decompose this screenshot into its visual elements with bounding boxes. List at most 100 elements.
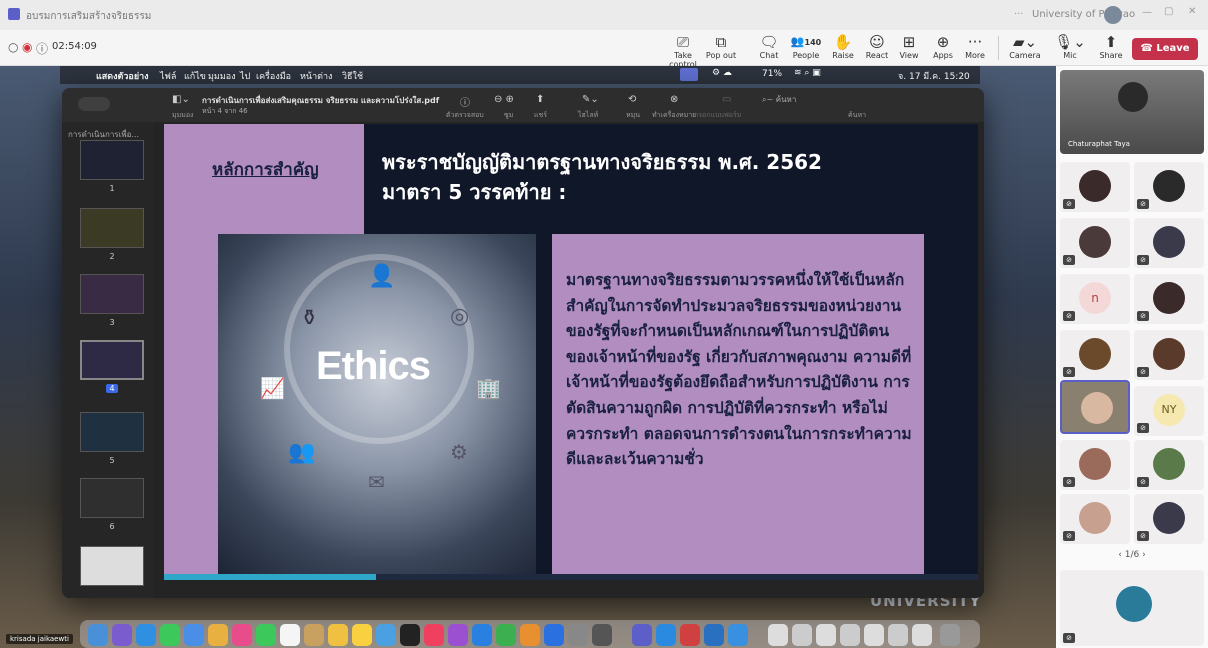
dock-appstore-icon[interactable] (544, 624, 564, 646)
dock-music-icon[interactable] (424, 624, 444, 646)
participant-tile-4[interactable]: ⊘ (1134, 218, 1204, 268)
dock-messages-icon[interactable] (160, 624, 180, 646)
next-page-icon[interactable]: › (1139, 550, 1146, 560)
dock-window-6[interactable] (888, 624, 908, 646)
info-icon[interactable]: ⓘ (36, 40, 48, 57)
dock-maps-icon[interactable] (208, 624, 228, 646)
thumbnail-page-7[interactable] (80, 546, 144, 586)
dock-safari-icon[interactable] (136, 624, 156, 646)
thumbnail-page-5[interactable] (80, 412, 144, 452)
highlight-icon[interactable]: ✎⌄ (582, 94, 599, 105)
pop-out-button[interactable]: ⧉ Pop out (704, 33, 738, 60)
minimize-icon[interactable]: — (1142, 7, 1152, 18)
inspector-icon[interactable]: ⓘ (460, 94, 470, 109)
dock-window-4[interactable] (840, 624, 860, 646)
dock-zoom-icon[interactable] (656, 624, 676, 646)
raise-button[interactable]: ✋ Raise (826, 33, 860, 60)
dock-pages-icon[interactable] (520, 624, 540, 646)
participant-tile-13[interactable]: ⊘ (1060, 494, 1130, 544)
participant-tile-12[interactable]: ⊘ (1134, 440, 1204, 490)
share-label: Share (1099, 51, 1123, 60)
dock-window-3[interactable] (816, 624, 836, 646)
take-control-button[interactable]: ⎚ Take control (666, 33, 700, 69)
react-button[interactable]: ☺ React (860, 33, 894, 60)
dock-keynote-icon[interactable] (472, 624, 492, 646)
chat-icon: 🗨 (759, 33, 779, 51)
participant-tile-7[interactable]: ⊘ (1060, 330, 1130, 380)
dock-teams-icon[interactable] (632, 624, 652, 646)
participant-tile-11[interactable]: ⊘ (1060, 440, 1130, 490)
participant-tile-5[interactable]: n ⊘ (1060, 274, 1130, 324)
more-button[interactable]: ··· More (958, 33, 992, 60)
view-button[interactable]: ⊞ View (892, 33, 926, 60)
search-field[interactable]: ⌕~ ค้นหา (762, 93, 796, 106)
featured-video[interactable]: Chaturaphat Taya (1060, 70, 1204, 154)
dock-podcasts-icon[interactable] (448, 624, 468, 646)
participant-tile-8[interactable]: ⊘ (1134, 330, 1204, 380)
dock-notes-icon[interactable] (328, 624, 348, 646)
menu-view[interactable]: มุมมอง (208, 69, 236, 83)
self-view-tile[interactable]: ⊘ (1060, 570, 1204, 646)
menu-edit[interactable]: แก้ไข (184, 69, 206, 83)
menu-preview[interactable]: แสดงตัวอย่าง (96, 69, 149, 83)
participant-tile-2[interactable]: ⊘ (1134, 162, 1204, 212)
thumbnail-page-6[interactable] (80, 478, 144, 518)
dock-launchpad-icon[interactable] (112, 624, 132, 646)
participant-tile-video[interactable] (1060, 380, 1130, 434)
dock-chrome-icon[interactable] (680, 624, 700, 646)
menu-help[interactable]: วิธีใช้ (342, 69, 363, 83)
participant-tile-3[interactable]: ⊘ (1060, 218, 1130, 268)
sidebar-toggle-icon[interactable]: ◧⌄ (172, 94, 190, 105)
share-doc-icon[interactable]: ⬆ (536, 94, 544, 105)
thumbnail-page-2[interactable] (80, 208, 144, 248)
dock-photos-icon[interactable] (232, 624, 252, 646)
dock-window-2[interactable] (792, 624, 812, 646)
camera-button[interactable]: ▰⌄ Camera (1006, 33, 1044, 60)
more-label: More (965, 51, 985, 60)
thumbnail-page-4[interactable] (80, 340, 144, 380)
rotate-icon[interactable]: ⟲ (628, 94, 636, 105)
dock-word-icon[interactable] (704, 624, 724, 646)
leave-button[interactable]: ☎ Leave (1132, 38, 1198, 60)
dock-numbers-icon[interactable] (496, 624, 516, 646)
menu-file[interactable]: ไฟล์ (160, 69, 176, 83)
thumbnail-page-3[interactable] (80, 274, 144, 314)
form-icon[interactable]: ▭ (722, 94, 731, 105)
dock-trash-icon[interactable] (940, 624, 960, 646)
share-button[interactable]: ⬆ Share (1094, 33, 1128, 60)
maximize-icon[interactable]: ▢ (1164, 6, 1173, 17)
zoom-icon[interactable]: ⊖ ⊕ (494, 94, 514, 105)
dock-contacts-icon[interactable] (304, 624, 324, 646)
dock-settings-icon[interactable] (568, 624, 588, 646)
dock-window-1[interactable] (768, 624, 788, 646)
close-icon[interactable]: ✕ (1188, 6, 1196, 17)
dock-window-7[interactable] (912, 624, 932, 646)
markup-icon[interactable]: ⊗ (670, 94, 678, 105)
dock-facetime-icon[interactable] (256, 624, 276, 646)
menu-go[interactable]: ไป (240, 69, 250, 83)
thumbnail-page-1[interactable] (80, 140, 144, 180)
dock-calendar-icon[interactable] (280, 624, 300, 646)
dock-freeform-icon[interactable] (376, 624, 396, 646)
participant-tile-14[interactable]: ⊘ (1134, 494, 1204, 544)
participant-tile-6[interactable]: ⊘ (1134, 274, 1204, 324)
dock-preview-icon[interactable] (592, 624, 612, 646)
dock-tv-icon[interactable] (400, 624, 420, 646)
mic-button[interactable]: 🎙⌄ Mic (1052, 33, 1088, 60)
dock-reminders-icon[interactable] (352, 624, 372, 646)
menu-tools[interactable]: เครื่องมือ (256, 69, 291, 83)
dock-window-5[interactable] (864, 624, 884, 646)
chat-button[interactable]: 🗨 Chat (752, 33, 786, 60)
dock-edge-icon[interactable] (728, 624, 748, 646)
profile-avatar[interactable] (1104, 6, 1122, 24)
traffic-lights[interactable] (78, 97, 110, 111)
participant-tile-1[interactable]: ⊘ (1060, 162, 1130, 212)
participant-tile-10[interactable]: NY ⊘ (1134, 386, 1204, 436)
menu-dots[interactable]: ··· (1014, 9, 1024, 20)
people-button[interactable]: 👥140 People (786, 33, 826, 60)
dock-mail-icon[interactable] (184, 624, 204, 646)
apps-button[interactable]: ⊕ Apps (926, 33, 960, 60)
pdf-toolbar: ◧⌄ มุมมอง การดำเนินการเพื่อส่งเสริมคุณธร… (62, 88, 984, 122)
dock-finder-icon[interactable] (88, 624, 108, 646)
menu-window[interactable]: หน้าต่าง (300, 69, 332, 83)
